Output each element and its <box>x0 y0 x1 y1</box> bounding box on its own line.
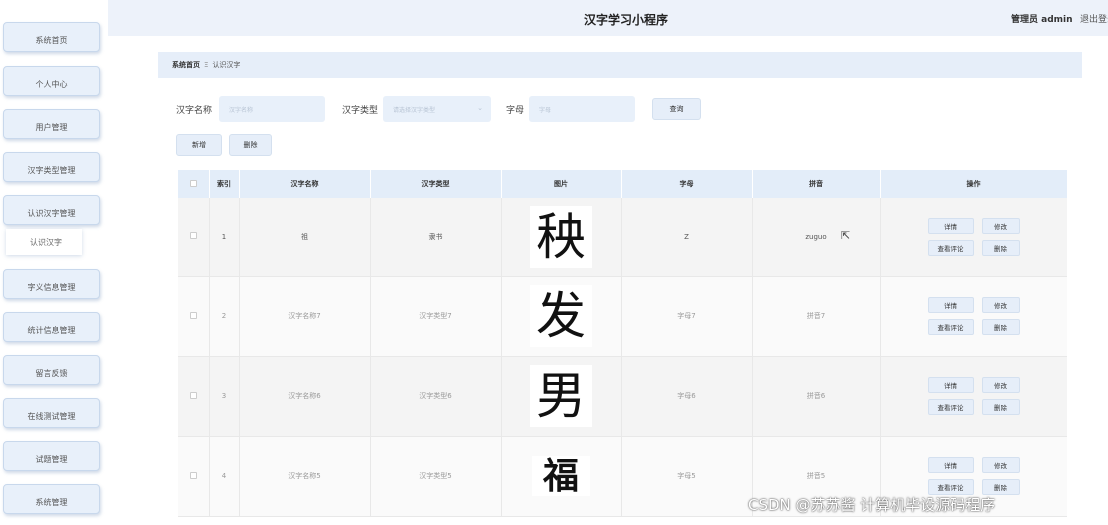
letter-filter-input[interactable]: 字母 <box>529 96 635 122</box>
cell-name: 汉字名称7 <box>239 276 371 357</box>
cell-type: 汉字类型5 <box>370 436 502 517</box>
sidebar-item-feedback[interactable]: 留言反馈 <box>3 355 100 385</box>
chevron-down-icon: ⌄ <box>477 104 483 112</box>
name-filter-label: 汉字名称 <box>176 106 213 116</box>
char-image: 福 <box>532 456 590 496</box>
cell-letter: 字母5 <box>621 436 753 517</box>
col-actions: 操作 <box>880 170 1067 198</box>
detail-button[interactable]: 详情 <box>927 377 974 393</box>
query-button[interactable]: 查询 <box>652 98 701 120</box>
view-comments-button[interactable]: 查看评论 <box>927 399 974 415</box>
cell-index: 1 <box>209 198 240 277</box>
mouse-pointer-icon: ⇱ <box>841 229 851 242</box>
cell-name: 祖 <box>239 198 371 277</box>
cell-index: 4 <box>209 436 240 517</box>
view-comments-button[interactable]: 查看评论 <box>927 319 974 335</box>
cell-image: 发 <box>501 276 622 357</box>
type-filter-placeholder: 请选择汉字类型 <box>393 106 436 114</box>
col-index: 索引 <box>209 170 240 198</box>
sidebar-item-meanings[interactable]: 字义信息管理 <box>3 269 100 299</box>
type-filter-select[interactable]: 请选择汉字类型 ⌄ <box>383 96 491 122</box>
row-checkbox[interactable] <box>178 436 210 517</box>
cell-type: 隶书 <box>370 198 502 277</box>
char-image: 发 <box>530 285 592 347</box>
breadcrumb-home[interactable]: 系统首页 <box>172 60 200 70</box>
cell-image: 男 <box>501 356 622 437</box>
delete-button[interactable]: 删除 <box>981 239 1020 256</box>
row-checkbox[interactable] <box>178 198 210 277</box>
batch-delete-button[interactable]: 删除 <box>229 134 272 156</box>
sidebar-subitem-learn-chars[interactable]: 认识汉字 <box>6 229 82 255</box>
cell-letter: 字母6 <box>621 356 753 437</box>
cell-name: 汉字名称6 <box>239 356 371 437</box>
view-comments-button[interactable]: 查看评论 <box>927 479 974 495</box>
table-row: 2 汉字名称7 汉字类型7 发 字母7 拼音7 详情 修改 查看评论 删除 <box>178 276 1067 357</box>
cell-actions: 详情 修改 查看评论 删除 <box>880 356 1067 437</box>
cell-name: 汉字名称5 <box>239 436 371 517</box>
letter-filter-label: 字母 <box>506 106 525 116</box>
sidebar-item-home[interactable]: 系统首页 <box>3 22 100 52</box>
table-header-row: 索引 汉字名称 汉字类型 图片 字母 拼音 操作 <box>178 170 1067 198</box>
sidebar-item-stats[interactable]: 统计信息管理 <box>3 312 100 342</box>
delete-button[interactable]: 删除 <box>981 479 1020 495</box>
cell-pinyin: zuguo <box>752 198 881 277</box>
sidebar-item-questions[interactable]: 试题管理 <box>3 441 100 471</box>
edit-button[interactable]: 修改 <box>981 377 1020 393</box>
delete-button[interactable]: 删除 <box>981 319 1020 335</box>
cell-actions: 详情 修改 查看评论 删除 <box>880 198 1067 277</box>
breadcrumb-separator-icon: Ξ <box>204 61 209 69</box>
cell-letter: 字母7 <box>621 276 753 357</box>
detail-button[interactable]: 详情 <box>927 297 974 313</box>
watermark: CSDN @苏苏酱 计算机毕设源码程序 <box>748 496 996 514</box>
col-letter: 字母 <box>621 170 753 198</box>
edit-button[interactable]: 修改 <box>981 297 1020 313</box>
sidebar: 系统首页 个人中心 用户管理 汉字类型管理 认识汉字管理 认识汉字 字义信息管理… <box>0 0 108 525</box>
breadcrumb: 系统首页 Ξ 认识汉字 <box>158 52 1082 78</box>
table-row: 3 汉字名称6 汉字类型6 男 字母6 拼音6 详情 修改 查看评论 删除 <box>178 356 1067 437</box>
cell-pinyin: 拼音7 <box>752 276 881 357</box>
cell-type: 汉字类型7 <box>370 276 502 357</box>
name-filter-input[interactable]: 汉字名称 <box>219 96 325 122</box>
cell-letter: Z <box>621 198 753 277</box>
row-checkbox[interactable] <box>178 356 210 437</box>
detail-button[interactable]: 详情 <box>927 217 974 234</box>
cell-index: 2 <box>209 276 240 357</box>
row-checkbox[interactable] <box>178 276 210 357</box>
admin-label: 管理员 admin <box>1011 15 1073 25</box>
sidebar-item-users[interactable]: 用户管理 <box>3 109 100 139</box>
sidebar-item-profile[interactable]: 个人中心 <box>3 66 100 96</box>
col-type: 汉字类型 <box>370 170 502 198</box>
logout-link[interactable]: 退出登录 <box>1080 12 1108 25</box>
edit-button[interactable]: 修改 <box>981 217 1020 234</box>
app-title: 汉字学习小程序 <box>583 13 668 27</box>
char-image: 男 <box>530 365 592 427</box>
cell-pinyin: 拼音6 <box>752 356 881 437</box>
sidebar-item-online-test[interactable]: 在线测试管理 <box>3 398 100 428</box>
type-filter-label: 汉字类型 <box>342 106 379 116</box>
delete-button[interactable]: 删除 <box>981 399 1020 415</box>
sidebar-item-system[interactable]: 系统管理 <box>3 484 100 514</box>
col-name: 汉字名称 <box>239 170 371 198</box>
select-all-checkbox[interactable] <box>178 170 210 198</box>
view-comments-button[interactable]: 查看评论 <box>927 239 974 256</box>
sidebar-item-learn-chars[interactable]: 认识汉字管理 <box>3 195 100 225</box>
cell-actions: 详情 修改 查看评论 删除 <box>880 276 1067 357</box>
cell-image: 秧 <box>501 198 622 277</box>
char-image: 秧 <box>530 205 592 268</box>
chars-table: 索引 汉字名称 汉字类型 图片 字母 拼音 操作 1 祖 隶书 秧 Z zugu… <box>178 170 1067 525</box>
sidebar-item-char-types[interactable]: 汉字类型管理 <box>3 152 100 182</box>
table-row: 1 祖 隶书 秧 Z zuguo 详情 修改 查看评论 删除 <box>178 198 1067 277</box>
col-pinyin: 拼音 <box>752 170 881 198</box>
breadcrumb-current: 认识汉字 <box>212 61 241 69</box>
edit-button[interactable]: 修改 <box>981 457 1020 473</box>
cell-index: 3 <box>209 356 240 437</box>
cell-type: 汉字类型6 <box>370 356 502 437</box>
col-image: 图片 <box>501 170 622 198</box>
detail-button[interactable]: 详情 <box>927 457 974 473</box>
add-button[interactable]: 新增 <box>176 134 222 156</box>
cell-image: 福 <box>501 436 622 517</box>
